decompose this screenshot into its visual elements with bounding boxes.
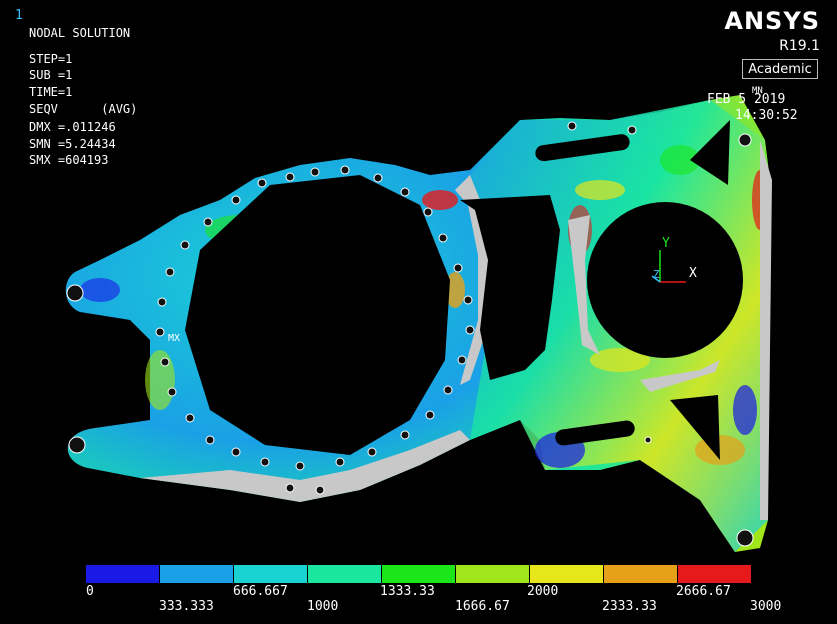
legend-swatch-0	[86, 565, 160, 583]
ansys-logo: ANSYS	[724, 7, 820, 35]
seqv-line: SEQV (AVG)	[29, 102, 138, 116]
triad-z-label: Z	[653, 268, 660, 281]
triad-y-label: Y	[662, 236, 670, 251]
legend-label-2333: 2333.33	[602, 599, 657, 614]
step-line: STEP=1	[29, 52, 73, 66]
contour-legend-bar	[86, 565, 751, 583]
legend-label-666: 666.667	[233, 584, 288, 599]
triad-x-label: X	[689, 266, 697, 281]
legend-swatch-8	[678, 565, 751, 583]
right-bore	[587, 202, 743, 358]
legend-label-3000: 3000	[750, 599, 782, 614]
legend-swatch-6	[530, 565, 604, 583]
legend-swatch-3	[308, 565, 382, 583]
smx-line: SMX =604193	[29, 153, 109, 167]
legend-swatch-2	[234, 565, 308, 583]
legend-label-1666: 1666.67	[455, 599, 510, 614]
legend-swatch-1	[160, 565, 234, 583]
smn-line: SMN =5.24434	[29, 137, 116, 151]
window-number: 1	[15, 8, 23, 23]
legend-label-333: 333.333	[159, 599, 214, 614]
mn-marker: MN	[752, 86, 763, 96]
version-label: R19.1	[779, 38, 820, 54]
legend-label-1000: 1000	[307, 599, 339, 614]
mx-marker: MX	[168, 333, 181, 344]
legend-swatch-4	[382, 565, 456, 583]
plot-time: 14:30:52	[735, 108, 798, 123]
sub-line: SUB =1	[29, 68, 73, 82]
legend-swatch-7	[604, 565, 678, 583]
legend-swatch-5	[456, 565, 530, 583]
legend-label-2000: 2000	[527, 584, 559, 599]
plot-date: FEB 5 2019	[707, 92, 786, 107]
legend-label-1333: 1333.33	[380, 584, 435, 599]
plot-title: NODAL SOLUTION	[29, 26, 131, 40]
edition-badge: Academic	[742, 59, 818, 79]
legend-label-2666: 2666.67	[676, 584, 731, 599]
dmx-line: DMX =.011246	[29, 120, 116, 134]
legend-label-0: 0	[86, 584, 94, 599]
ansys-graphics-window[interactable]: 1 NODAL SOLUTION STEP=1 SUB =1 TIME=1 SE…	[0, 0, 837, 624]
time-line: TIME=1	[29, 85, 73, 99]
